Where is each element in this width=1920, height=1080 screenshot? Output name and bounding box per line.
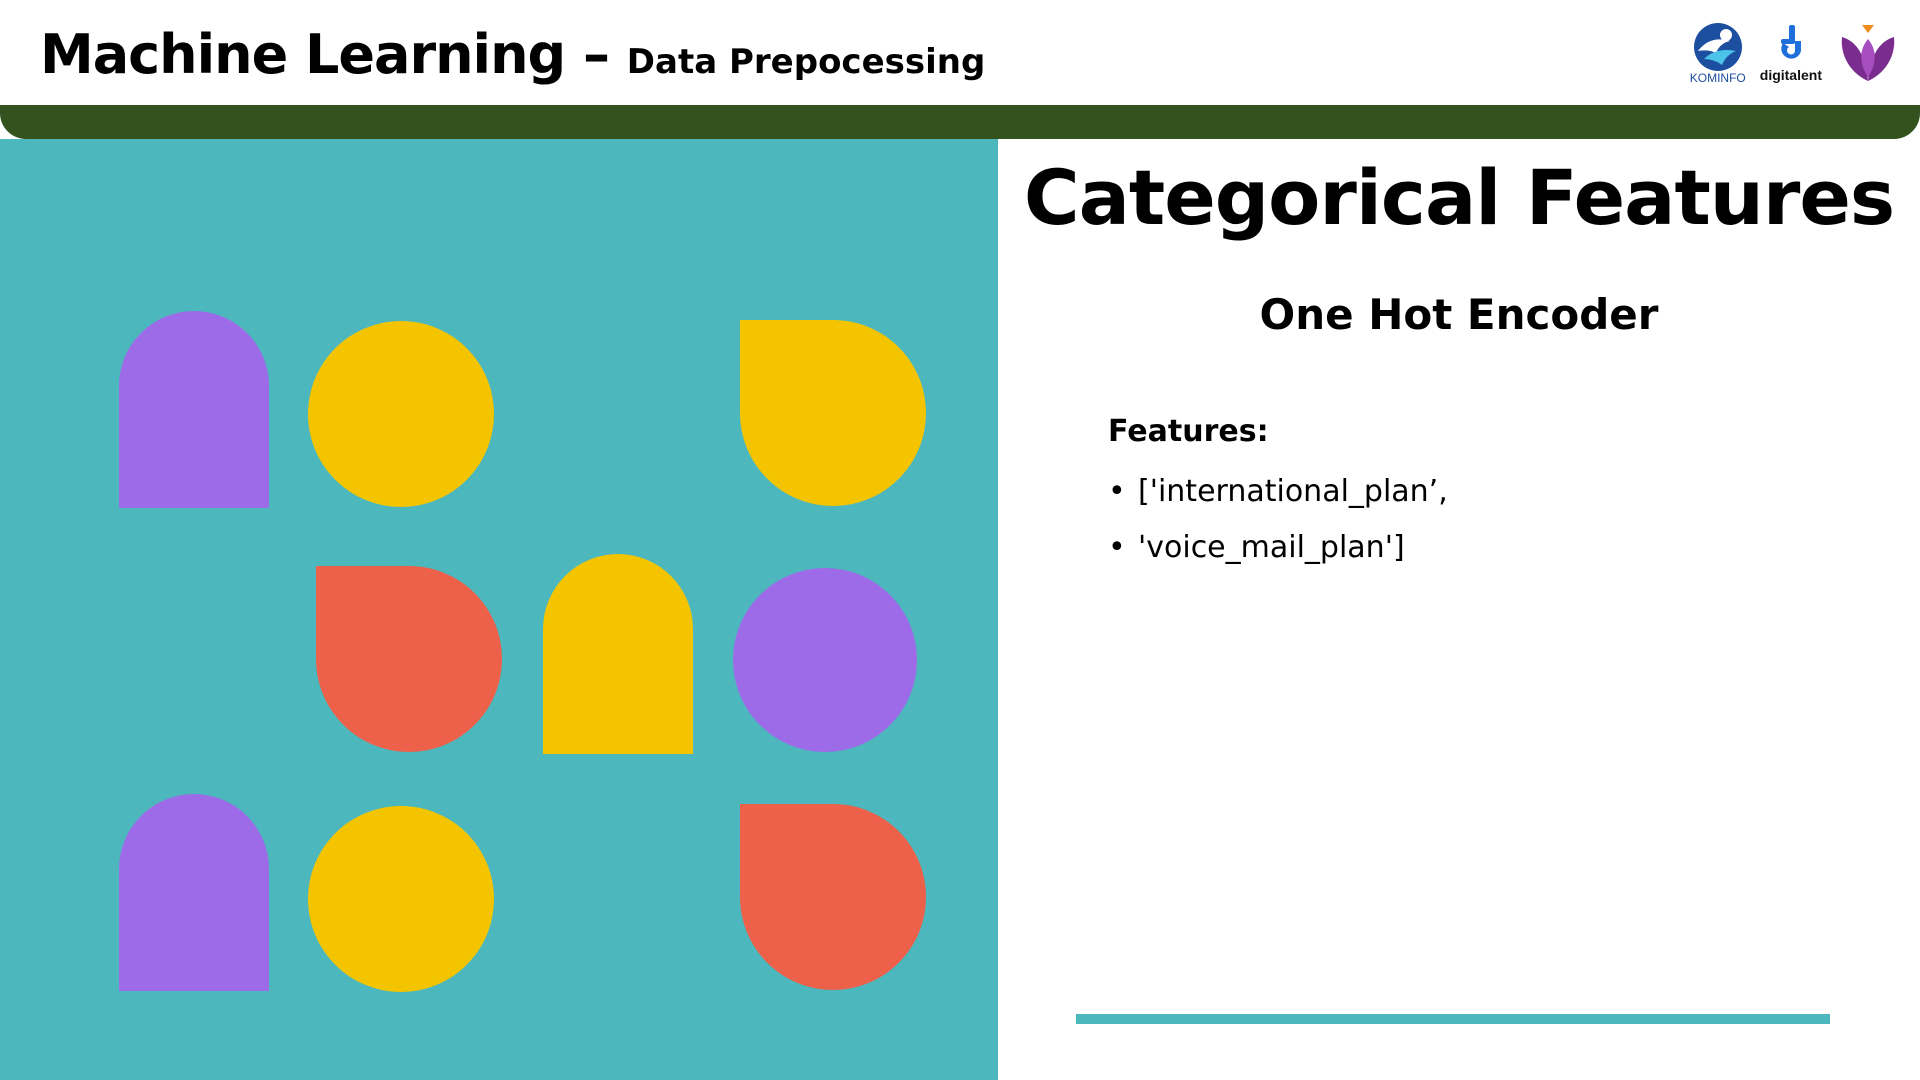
slide: Machine Learning – Data Prepocessing KOM… [0, 0, 1920, 1080]
list-item: • 'voice_mail_plan'] [1108, 520, 1448, 576]
kominfo-icon [1693, 23, 1742, 71]
coral-drop-shape-bottom [740, 804, 926, 990]
feature-text: ['international_plan’, [1138, 474, 1448, 509]
yellow-drop-shape [740, 320, 926, 506]
header: Machine Learning – Data Prepocessing KOM… [0, 0, 1920, 105]
digitalent-icon [1780, 25, 1801, 59]
bullet-icon: • [1108, 474, 1126, 509]
kominfo-logo: KOMINFO [1690, 21, 1746, 85]
section-heading: Categorical Features [1023, 153, 1895, 242]
kominfo-caption: KOMINFO [1689, 71, 1746, 85]
logo-group: KOMINFO digitalent [1690, 18, 1900, 88]
digitalent-logo: digitalent [1760, 23, 1822, 83]
flower-icon [1841, 25, 1895, 81]
yellow-circle-shape-bottom [308, 806, 494, 992]
slide-title: Machine Learning – Data Prepocessing [40, 20, 985, 97]
purple-circle-shape [733, 568, 917, 752]
coral-drop-shape [316, 566, 502, 752]
section-subheading: One Hot Encoder [1259, 290, 1659, 339]
purple-flower-logo [1836, 21, 1900, 85]
feature-list: • ['international_plan’, • 'voice_mail_p… [1108, 464, 1448, 576]
bullet-icon: • [1108, 530, 1126, 565]
decorative-shape-panel [0, 139, 998, 1080]
list-item: • ['international_plan’, [1108, 464, 1448, 520]
header-accent-bar [0, 105, 1920, 139]
purple-arch-shape-bottom [119, 794, 269, 991]
footer-divider [1076, 1014, 1830, 1024]
title-text: Machine Learning – [40, 23, 610, 86]
feature-text: 'voice_mail_plan'] [1138, 530, 1405, 565]
purple-arch-shape [119, 311, 269, 508]
yellow-circle-shape [308, 321, 494, 507]
yellow-arch-shape [543, 554, 693, 754]
digitalent-caption: digitalent [1759, 67, 1822, 83]
title-subtitle: Data Prepocessing [626, 42, 986, 82]
features-label: Features: [1108, 414, 1269, 449]
shape-pattern [119, 311, 926, 992]
